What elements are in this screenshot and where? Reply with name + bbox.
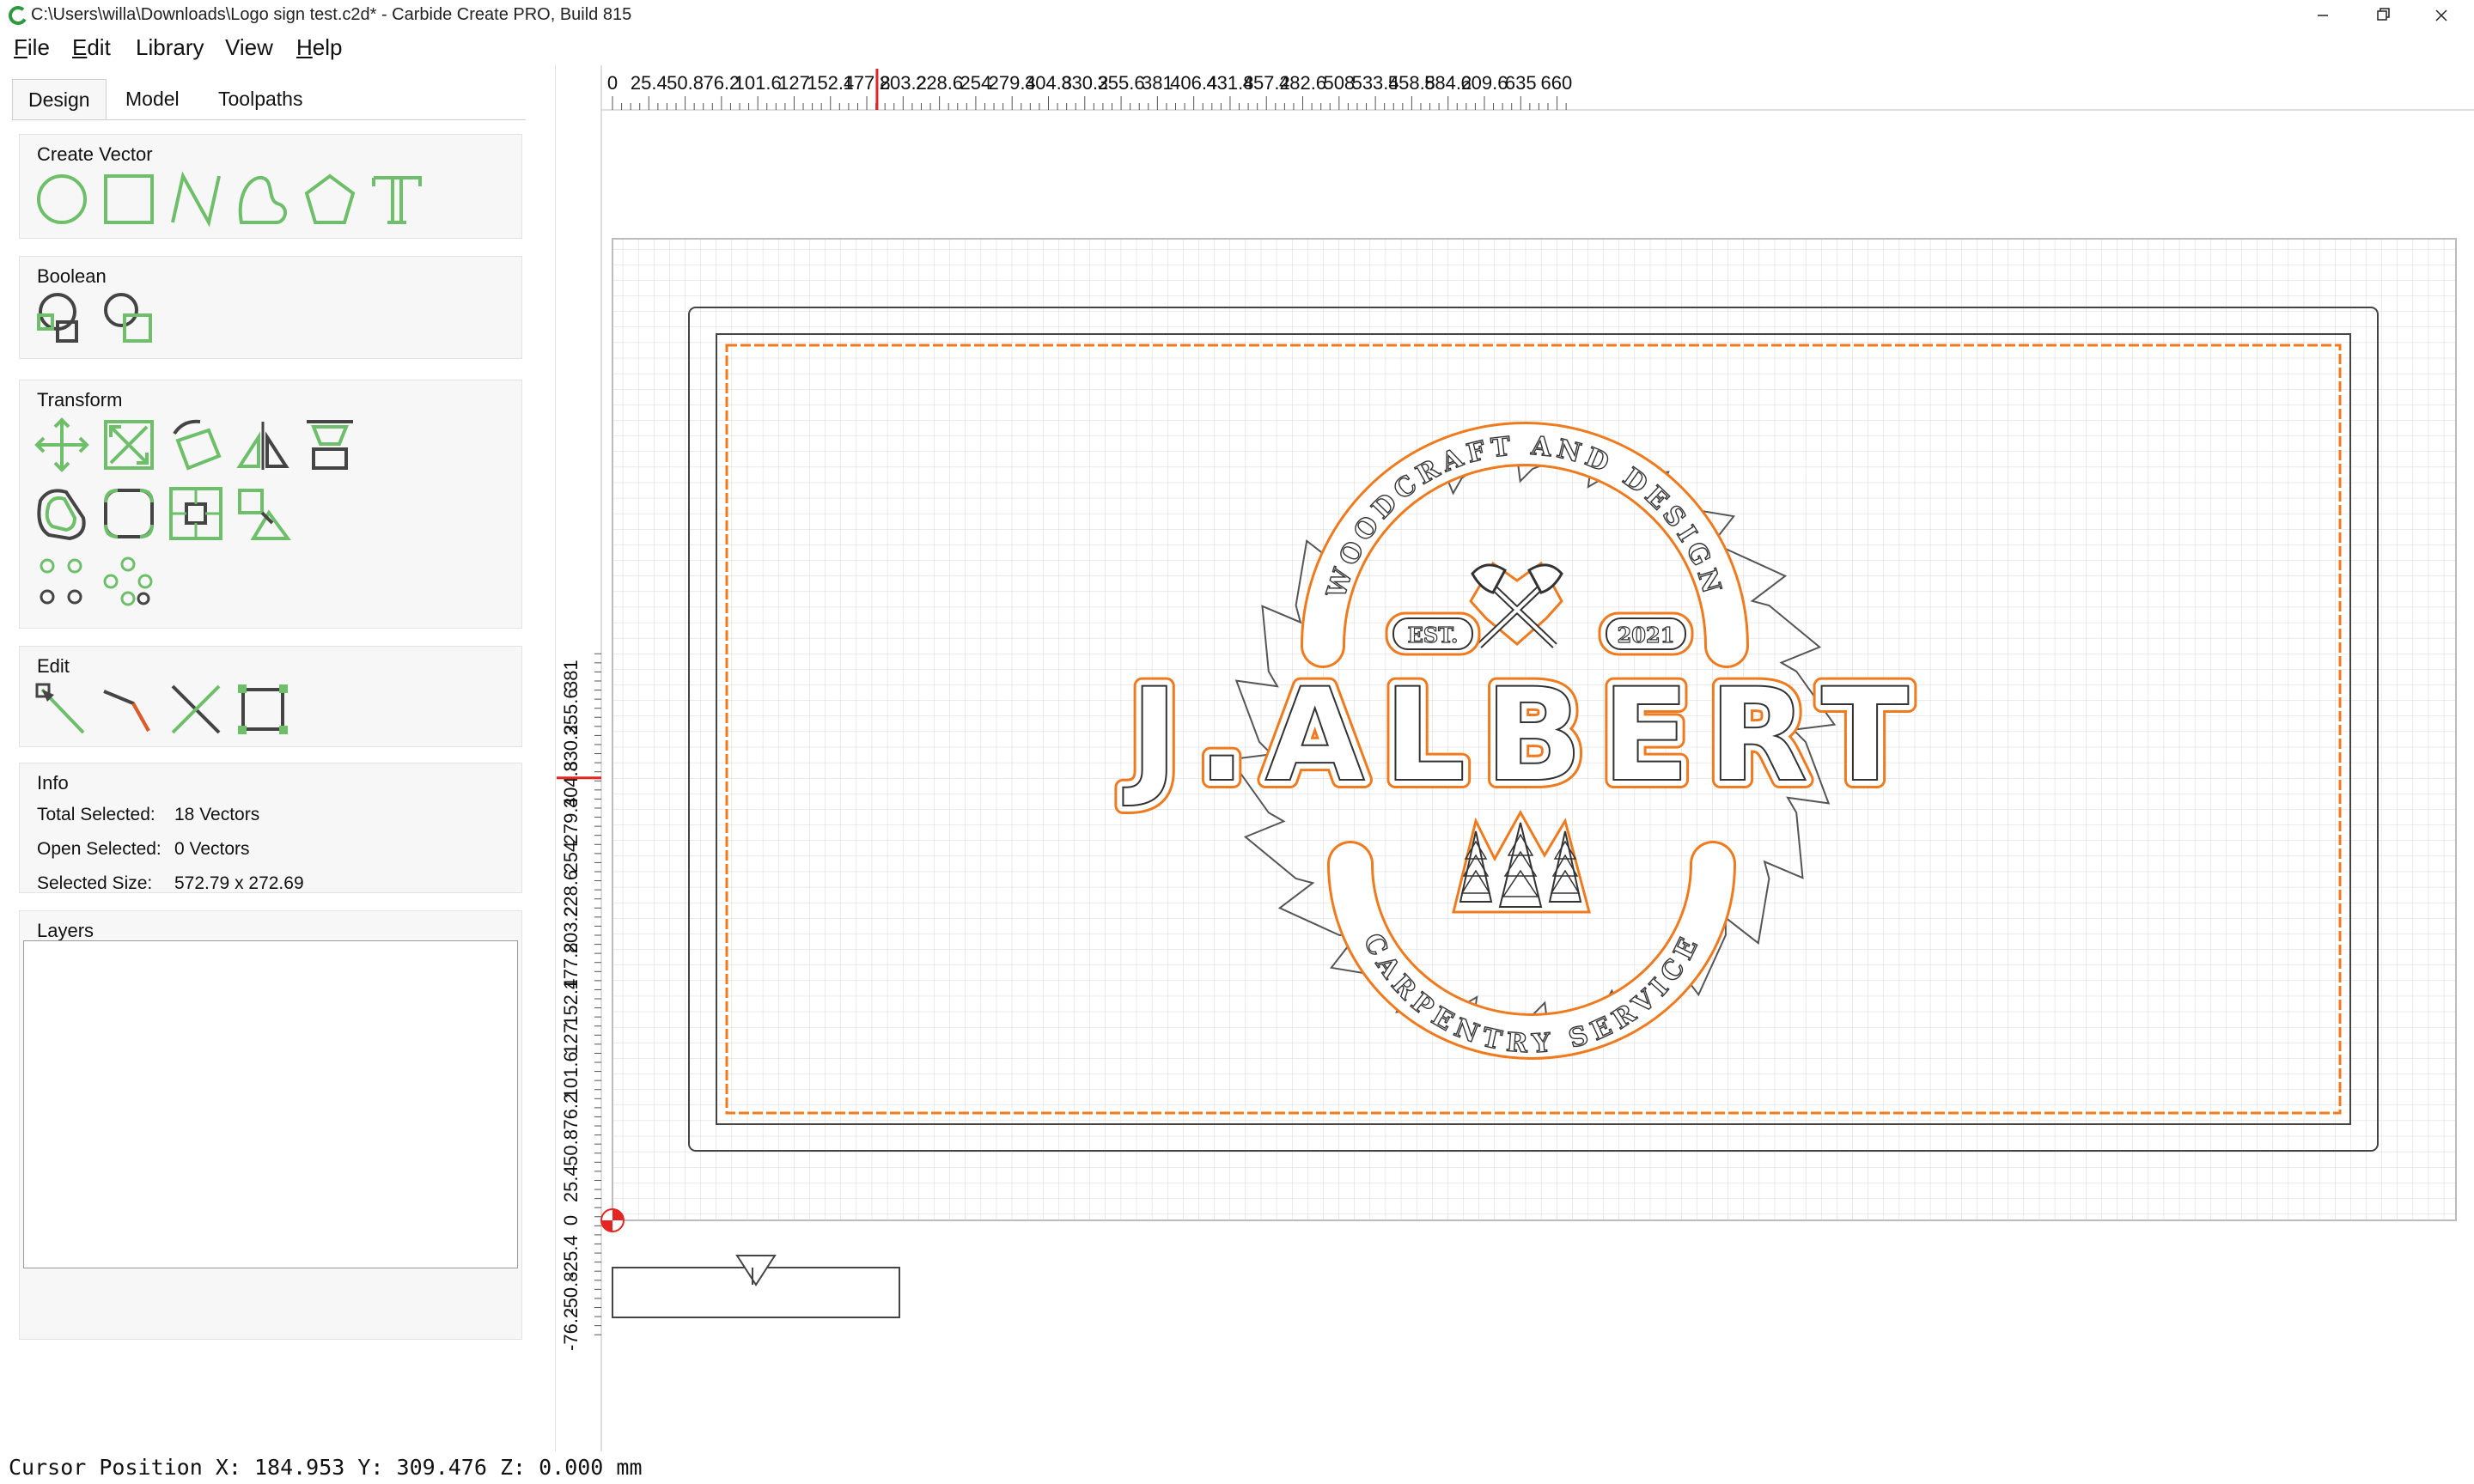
layers-group: Layers <box>19 910 522 1340</box>
curve-icon[interactable] <box>233 169 293 229</box>
ruler-x-label: 609.6 <box>1460 72 1508 94</box>
restore-icon <box>2377 8 2390 21</box>
ruler-x-label: 0 <box>607 72 618 94</box>
menu-edit[interactable]: Edit <box>72 34 111 61</box>
scale-icon[interactable] <box>99 415 159 475</box>
ruler-x-label: 101.6 <box>734 72 782 94</box>
cut-icon[interactable] <box>166 679 226 739</box>
warp-icon[interactable] <box>233 484 293 544</box>
menu-file[interactable]: File <box>14 34 50 61</box>
text-icon[interactable] <box>367 169 427 229</box>
tab-divider <box>12 119 526 120</box>
restore-button[interactable] <box>2349 0 2417 31</box>
name-text: J.ALBERT <box>1123 661 1928 811</box>
year-label: 2021 <box>1618 623 1675 648</box>
group-title: Boolean <box>37 265 107 287</box>
array-circular-icon[interactable] <box>99 552 159 612</box>
ruler-x-label: 355.6 <box>1098 72 1145 94</box>
ruler-y-label: 50.8 <box>560 1129 582 1166</box>
polygon-icon[interactable] <box>300 169 360 229</box>
ruler-x-label: 50.8 <box>667 72 704 94</box>
total-selected-value: 18 Vectors <box>174 805 260 824</box>
panel-divider <box>555 65 556 1451</box>
rotate-icon[interactable] <box>166 415 226 475</box>
close-icon <box>2435 9 2447 21</box>
edit-group: Edit <box>19 646 522 747</box>
node-edit-icon[interactable] <box>32 679 92 739</box>
ruler-x-label: 508 <box>1323 72 1355 94</box>
tab-toolpaths[interactable]: Toolpaths <box>203 79 318 120</box>
ruler-y-label: 381 <box>560 660 582 691</box>
tab-design[interactable]: Design <box>12 79 107 120</box>
info-open-selected: Open Selected: 0 Vectors <box>37 839 250 859</box>
circle-icon[interactable] <box>32 169 92 229</box>
ruler-y-label: 0 <box>560 1215 582 1226</box>
ruler-x-label: 381 <box>1142 72 1173 94</box>
design-panel: Design Model Toolpaths Create Vector Boo… <box>0 65 550 1451</box>
window-title: C:\Users\willa\Downloads\Logo sign test.… <box>31 5 632 24</box>
group-title: Edit <box>37 655 70 677</box>
selected-size-value: 572.79 x 272.69 <box>174 873 304 893</box>
group-title: Transform <box>37 389 123 411</box>
boolean-union-icon[interactable] <box>32 289 92 350</box>
info-total-selected: Total Selected: 18 Vectors <box>37 805 260 824</box>
boolean-subtract-icon[interactable] <box>99 289 159 350</box>
info-group: Info Total Selected: 18 Vectors Open Sel… <box>19 763 522 893</box>
menu-library[interactable]: Library <box>136 34 204 61</box>
transform-group: Transform <box>19 380 522 629</box>
est-label: EST. <box>1408 623 1459 648</box>
offset-icon[interactable] <box>32 484 92 544</box>
tab-model[interactable]: Model <box>110 79 195 120</box>
origin-marker <box>600 1208 625 1232</box>
carbide-c-icon <box>9 6 27 25</box>
ruler-y-label: 254 <box>560 842 582 873</box>
group-title: Create Vector <box>37 143 153 165</box>
menu-help[interactable]: Help <box>296 34 342 61</box>
ruler-y-label: 76.2 <box>560 1093 582 1130</box>
ruler-y-label: 279.4 <box>560 797 582 844</box>
group-title: Layers <box>37 920 94 941</box>
ruler-y-label: 101.6 <box>560 1051 582 1098</box>
status-bar: Cursor Position X: 184.953 Y: 309.476 Z:… <box>0 1451 2474 1484</box>
title-bar: C:\Users\willa\Downloads\Logo sign test.… <box>0 0 2474 31</box>
group-title: Info <box>37 772 69 794</box>
trim-icon[interactable] <box>99 679 159 739</box>
polyline-icon[interactable] <box>166 169 226 229</box>
move-icon[interactable] <box>32 415 92 475</box>
ruler-x-label: 127 <box>778 72 810 94</box>
minimize-icon <box>2318 15 2328 16</box>
rectangle-icon[interactable] <box>99 169 159 229</box>
fillet-icon[interactable] <box>99 484 159 544</box>
bounding-box-icon[interactable] <box>233 679 293 739</box>
ruler-y-label: 25.4 <box>560 1165 582 1202</box>
ruler-x-label: 25.4 <box>631 72 667 94</box>
close-button[interactable] <box>2409 0 2474 31</box>
ruler-x-label: 254 <box>960 72 992 94</box>
menu-view[interactable]: View <box>225 34 273 61</box>
open-selected-value: 0 Vectors <box>174 839 250 859</box>
ruler-x-label: 482.6 <box>1279 72 1326 94</box>
ruler-x-label: 635 <box>1505 72 1537 94</box>
cursor-position: Cursor Position X: 184.953 Y: 309.476 Z:… <box>9 1455 643 1480</box>
create-vector-group: Create Vector <box>19 134 522 239</box>
center-icon[interactable] <box>166 484 226 544</box>
ruler-y-label: -76.2 <box>560 1308 582 1351</box>
boolean-group: Boolean <box>19 256 522 359</box>
array-grid-icon[interactable] <box>32 552 92 612</box>
align-icon[interactable] <box>300 415 360 475</box>
ruler-y-label: 152.4 <box>560 979 582 1026</box>
minimize-button[interactable] <box>2288 0 2357 31</box>
ruler-y-label: 127 <box>560 1023 582 1055</box>
canvas-drawing[interactable]: 0 25.4 50.8 76.2101.6127152.4177.8203.2228.… <box>557 65 2474 1451</box>
info-selected-size: Selected Size: 572.79 x 272.69 <box>37 873 304 893</box>
menu-bar: File Edit Library View Help <box>0 31 2474 65</box>
ruler-x-label: 660 <box>1541 72 1573 94</box>
layers-list[interactable] <box>23 940 518 1268</box>
ruler-x-label: 228.6 <box>916 72 963 94</box>
mirror-icon[interactable] <box>233 415 293 475</box>
design-canvas[interactable]: 0 25.4 50.8 76.2 101.6 127 152.4 177.8 203.2 228.… <box>557 65 2474 1451</box>
